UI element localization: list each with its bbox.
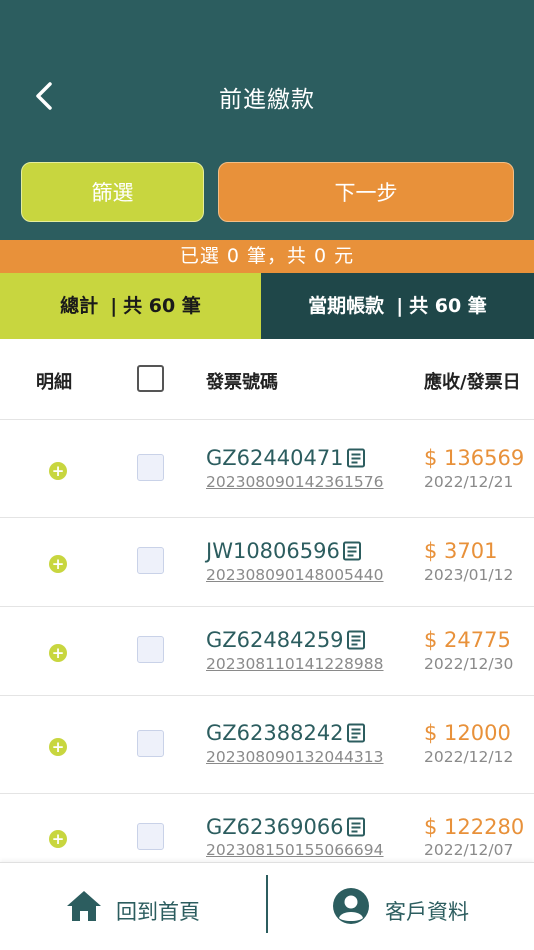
document-icon[interactable] (346, 630, 366, 650)
tab-total-label: 總計 (60, 295, 99, 317)
invoice-number[interactable]: GZ62369066 (206, 815, 366, 839)
transaction-id-link[interactable]: 20230809014236157​6 (206, 473, 384, 491)
table-row: + GZ62440471 20230809014236157​6 $ 13656… (0, 420, 534, 518)
invoice-number[interactable]: GZ62388242 (206, 721, 366, 745)
tab-separator: | (110, 295, 118, 317)
invoice-date: 2023/01/12 (424, 566, 514, 584)
page-title: 前進繳款 (219, 87, 315, 113)
invoice-number[interactable]: GZ62484259 (206, 628, 366, 652)
column-header-invoice: 發票號碼 (206, 372, 278, 393)
tab-current-period[interactable]: 當期帳款 | 共 60 筆 (261, 273, 534, 339)
filter-button[interactable]: 篩選 (21, 162, 204, 222)
document-icon[interactable] (346, 723, 366, 743)
table-header: 明細 發票號碼 應收/發票日 (0, 339, 534, 420)
app-header: 前進繳款 (0, 0, 534, 142)
expand-plus-icon[interactable]: + (49, 738, 67, 756)
invoice-date: 2022/12/12 (424, 748, 514, 766)
invoice-number-text: JW10806596 (206, 539, 340, 563)
column-header-detail: 明細 (36, 372, 72, 393)
transaction-id-link[interactable]: 20230809013204431​3 (206, 748, 384, 766)
next-step-button[interactable]: 下一步 (218, 162, 514, 222)
invoice-date: 2022/12/21 (424, 473, 514, 491)
user-avatar-icon (333, 888, 369, 924)
invoice-number[interactable]: GZ62440471 (206, 446, 366, 470)
expand-plus-icon[interactable]: + (49, 644, 67, 662)
expand-plus-icon[interactable]: + (49, 462, 67, 480)
select-all-checkbox[interactable] (137, 365, 164, 392)
amount: $ 3701 (424, 539, 498, 563)
table-row: + GZ62388242 20230809013204431​3 $ 12000… (0, 696, 534, 794)
document-icon[interactable] (342, 541, 362, 561)
home-button[interactable]: 回到首頁 (0, 863, 266, 950)
tab-separator: | (396, 295, 404, 317)
document-icon[interactable] (346, 817, 366, 837)
invoice-number-text: GZ62440471 (206, 446, 344, 470)
transaction-id-link[interactable]: 20230815015506669​4 (206, 841, 384, 859)
tab-total[interactable]: 總計 | 共 60 筆 (0, 273, 261, 339)
client-info-button[interactable]: 客戶資料 (270, 863, 534, 950)
transaction-id-link[interactable]: 20230811014122898​8 (206, 655, 384, 673)
row-checkbox[interactable] (137, 547, 164, 574)
invoice-number[interactable]: JW10806596 (206, 539, 362, 563)
invoice-date: 2022/12/07 (424, 841, 514, 859)
invoice-date: 2022/12/30 (424, 655, 514, 673)
invoice-number-text: GZ62388242 (206, 721, 344, 745)
row-checkbox[interactable] (137, 823, 164, 850)
amount: $ 136569 (424, 446, 525, 470)
transaction-id-link[interactable]: 20230809014800544​0 (206, 566, 384, 584)
row-checkbox[interactable] (137, 636, 164, 663)
row-checkbox[interactable] (137, 454, 164, 481)
expand-plus-icon[interactable]: + (49, 555, 67, 573)
client-info-label: 客戶資料 (385, 900, 469, 924)
footer-divider (266, 875, 268, 933)
bottom-nav: 回到首頁 客戶資料 (0, 862, 534, 950)
document-icon[interactable] (346, 448, 366, 468)
selection-summary: 已選 0 筆，共 0 元 (0, 240, 534, 273)
home-icon (67, 891, 101, 921)
amount: $ 122280 (424, 815, 525, 839)
table-row: + GZ62484259 20230811014122898​8 $ 24775… (0, 607, 534, 696)
amount: $ 24775 (424, 628, 511, 652)
invoice-number-text: GZ62484259 (206, 628, 344, 652)
invoice-number-text: GZ62369066 (206, 815, 344, 839)
amount: $ 12000 (424, 721, 511, 745)
row-checkbox[interactable] (137, 730, 164, 757)
column-header-amount: 應收/發票日 (424, 372, 521, 393)
action-bar: 篩選 下一步 (0, 142, 534, 240)
expand-plus-icon[interactable]: + (49, 830, 67, 848)
home-label: 回到首頁 (116, 900, 200, 924)
tab-bar: 總計 | 共 60 筆 當期帳款 | 共 60 筆 (0, 273, 534, 339)
tab-period-count: 共 60 筆 (409, 295, 487, 317)
tab-total-count: 共 60 筆 (123, 295, 201, 317)
tab-period-label: 當期帳款 (308, 295, 385, 317)
table-row: + JW10806596 20230809014800544​0 $ 3701 … (0, 518, 534, 607)
